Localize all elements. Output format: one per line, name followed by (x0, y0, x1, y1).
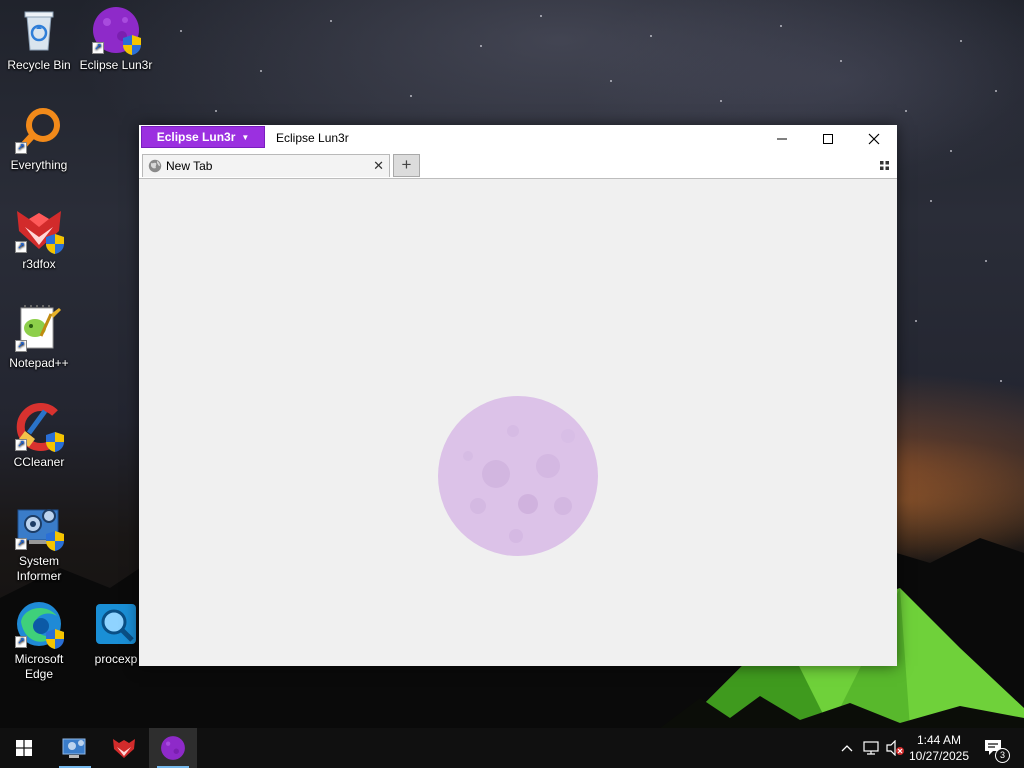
uac-shield-icon (46, 432, 64, 452)
taskbar-clock[interactable]: 1:44 AM 10/27/2025 (900, 728, 978, 768)
shortcut-arrow-icon: ↗ (15, 142, 27, 154)
procexp-icon (92, 600, 140, 648)
shortcut-arrow-icon: ↗ (15, 340, 27, 352)
maximize-icon (823, 134, 833, 144)
browser-window: Eclipse Lun3r ▼ Eclipse Lun3r New Tab ✕ + (139, 125, 897, 666)
app-menu-label: Eclipse Lun3r (156, 130, 236, 144)
clock-date: 10/27/2025 (908, 749, 970, 763)
start-windows-icon (16, 740, 32, 756)
uac-shield-icon (123, 35, 141, 55)
start-button[interactable] (0, 728, 48, 768)
desktop-icon-label: Eclipse Lun3r (79, 58, 153, 72)
taskbar: 1:44 AM 10/27/2025 3 (0, 728, 1024, 768)
desktop-icon-microsoft-edge[interactable]: ↗ Microsoft Edge (1, 600, 77, 682)
eclipse-lun3r-icon: ↗ (92, 6, 141, 55)
shortcut-arrow-icon: ↗ (15, 636, 27, 648)
everything-search-icon: ↗ (15, 106, 63, 154)
uac-shield-icon (46, 531, 64, 551)
desktop-icon-label: r3dfox (22, 257, 56, 271)
desktop-icon-label: Notepad++ (9, 356, 69, 370)
show-hidden-icons-button[interactable] (836, 728, 858, 768)
tab-strip: New Tab ✕ + (139, 153, 897, 179)
desktop-icon-everything[interactable]: ↗ Everything (1, 106, 77, 173)
desktop-icon-system-informer[interactable]: ↗ System Informer (1, 502, 77, 584)
shortcut-arrow-icon: ↗ (92, 42, 104, 54)
uac-shield-icon (46, 234, 64, 254)
edge-icon: ↗ (15, 600, 64, 649)
network-disconnected-icon (863, 741, 879, 755)
notification-count-badge: 3 (995, 748, 1010, 763)
tab-label: New Tab (166, 159, 213, 173)
system-informer-icon: ↗ (15, 502, 64, 551)
desktop-icon-eclipse-lun3r[interactable]: ↗ Eclipse Lun3r (78, 6, 154, 73)
network-status-button[interactable] (860, 728, 882, 768)
system-informer-icon (62, 738, 86, 758)
title-bar[interactable]: Eclipse Lun3r ▼ Eclipse Lun3r (139, 125, 897, 153)
desktop-icon-recycle-bin[interactable]: Recycle Bin (1, 6, 77, 73)
uac-shield-icon (46, 629, 64, 649)
desktop-icon-label: Microsoft Edge (14, 652, 64, 681)
r3dfox-icon: ↗ (15, 205, 64, 254)
moon-logo-icon (438, 396, 598, 556)
new-tab-button[interactable]: + (393, 154, 420, 177)
desktop-icon-ccleaner[interactable]: ↗ CCleaner (1, 403, 77, 470)
desktop-icon-label: Recycle Bin (7, 58, 71, 72)
notepad-plus-plus-icon: ↗ (15, 304, 63, 352)
taskbar-eclipse-lun3r[interactable] (149, 728, 197, 768)
maximize-button[interactable] (805, 125, 851, 153)
tab-close-icon[interactable]: ✕ (373, 158, 384, 174)
close-button[interactable] (851, 125, 897, 153)
taskbar-r3dfox[interactable] (100, 728, 148, 768)
app-menu-button[interactable]: Eclipse Lun3r ▼ (141, 126, 265, 148)
desktop-icon-label: procexp (94, 652, 138, 666)
shortcut-arrow-icon: ↗ (15, 439, 27, 451)
minimize-icon (777, 138, 787, 140)
desktop-icon-label: Everything (10, 158, 68, 172)
desktop-icon-label: CCleaner (13, 455, 65, 469)
tab-menu-grid-icon[interactable] (880, 161, 889, 170)
minimize-button[interactable] (759, 125, 805, 153)
recycle-bin-icon (15, 6, 63, 54)
new-tab-page (139, 179, 897, 666)
desktop-icon-notepad-plus-plus[interactable]: ↗ Notepad++ (1, 304, 77, 371)
window-title: Eclipse Lun3r (276, 131, 349, 145)
shortcut-arrow-icon: ↗ (15, 538, 27, 550)
r3dfox-icon (113, 739, 135, 758)
eclipse-lun3r-icon (161, 736, 185, 760)
taskbar-system-informer[interactable] (51, 728, 99, 768)
desktop-icon-r3dfox[interactable]: ↗ r3dfox (1, 205, 77, 272)
caret-down-icon: ▼ (241, 133, 250, 142)
notification-center-button[interactable]: 3 (980, 728, 1010, 768)
ccleaner-icon: ↗ (15, 403, 64, 452)
tab-new-tab[interactable]: New Tab ✕ (142, 154, 390, 177)
shortcut-arrow-icon: ↗ (15, 241, 27, 253)
clock-time: 1:44 AM (916, 733, 962, 747)
globe-icon (148, 159, 162, 173)
close-icon (868, 133, 880, 145)
chevron-up-icon (841, 745, 853, 752)
desktop-icon-label: System Informer (16, 554, 62, 583)
